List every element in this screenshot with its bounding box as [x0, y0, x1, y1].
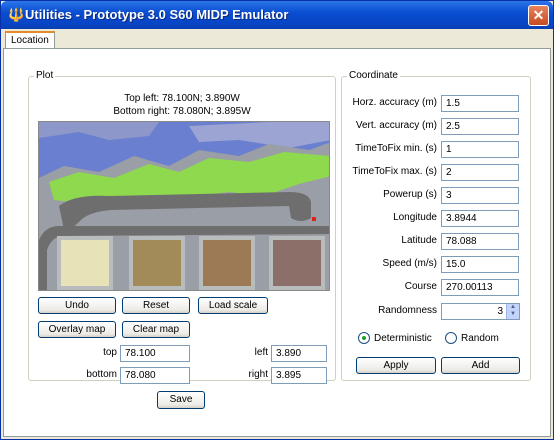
map-image	[39, 122, 329, 290]
left-field[interactable]: 3.890	[271, 345, 327, 362]
top-label: top	[103, 347, 117, 358]
deterministic-radio[interactable]	[358, 332, 370, 344]
spin-down-icon[interactable]: ▼	[507, 311, 519, 318]
vert-accuracy-field[interactable]: 2.5	[441, 118, 519, 135]
randomness-label: Randomness	[378, 305, 437, 316]
right-label: right	[248, 369, 268, 380]
deterministic-label: Deterministic	[374, 333, 432, 344]
timetofix-min-label: TimeToFix min. (s)	[355, 143, 437, 154]
map-plot	[57, 236, 113, 290]
position-marker	[312, 217, 316, 221]
randomness-value: 3	[497, 306, 503, 317]
top-field[interactable]: 78.100	[120, 345, 190, 362]
powerup-field[interactable]: 3	[441, 187, 519, 204]
reset-button[interactable]: Reset	[122, 297, 190, 314]
longitude-label: Longitude	[393, 212, 437, 223]
randomness-spinner[interactable]: 3 ▲ ▼	[441, 303, 520, 320]
latitude-label: Latitude	[401, 235, 437, 246]
random-label: Random	[461, 333, 499, 344]
top-left-coordinates: Top left: 78.100N; 3.890W	[124, 93, 240, 104]
overlay-map-button[interactable]: Overlay map	[38, 321, 116, 338]
close-button[interactable]: ✕	[528, 5, 549, 26]
bottom-field[interactable]: 78.080	[120, 367, 190, 384]
app-icon: 🔱	[8, 7, 25, 22]
tab-location[interactable]: Location	[5, 31, 55, 49]
course-field[interactable]: 270.00113	[441, 279, 519, 296]
left-label: left	[254, 347, 268, 358]
horz-accuracy-label: Horz. accuracy (m)	[352, 97, 437, 108]
bottom-label: bottom	[86, 369, 117, 380]
map-canvas[interactable]	[38, 121, 330, 291]
coordinate-legend: Coordinate	[347, 70, 400, 81]
bottom-right-coordinates: Bottom right: 78.080N; 3.895W	[113, 106, 251, 117]
powerup-label: Powerup (s)	[383, 189, 437, 200]
latitude-field[interactable]: 78.088	[441, 233, 519, 250]
undo-button[interactable]: Undo	[38, 297, 116, 314]
load-scale-button[interactable]: Load scale	[198, 297, 268, 314]
emulator-window: 🔱 Utilities - Prototype 3.0 S60 MIDP Emu…	[0, 0, 554, 440]
course-label: Course	[404, 281, 437, 292]
longitude-field[interactable]: 3.8944	[441, 210, 519, 227]
radio-selected-dot	[362, 336, 366, 340]
plot-legend: Plot	[34, 70, 56, 81]
plot-group: Plot Top left: 78.100N; 3.890W Bottom ri…	[28, 70, 336, 384]
timetofix-min-field[interactable]: 1	[441, 141, 519, 158]
map-plot	[269, 236, 325, 290]
vert-accuracy-label: Vert. accuracy (m)	[355, 120, 437, 131]
timetofix-max-label: TimeToFix max. (s)	[352, 166, 437, 177]
title-bar[interactable]: 🔱 Utilities - Prototype 3.0 S60 MIDP Emu…	[1, 1, 553, 29]
save-button[interactable]: Save	[157, 391, 205, 409]
window-title: Utilities - Prototype 3.0 S60 MIDP Emula…	[25, 7, 289, 22]
map-plot	[129, 236, 185, 290]
apply-button[interactable]: Apply	[356, 357, 436, 374]
horz-accuracy-field[interactable]: 1.5	[441, 95, 519, 112]
timetofix-max-field[interactable]: 2	[441, 164, 519, 181]
spinner-buttons: ▲ ▼	[506, 304, 519, 319]
speed-label: Speed (m/s)	[382, 258, 437, 269]
clear-map-button[interactable]: Clear map	[122, 321, 190, 338]
right-field[interactable]: 3.895	[271, 367, 327, 384]
coordinate-group: Coordinate Horz. accuracy (m) 1.5 Vert. …	[341, 70, 531, 381]
map-plot	[199, 236, 255, 290]
speed-field[interactable]: 15.0	[441, 256, 519, 273]
random-radio[interactable]	[445, 332, 457, 344]
add-button[interactable]: Add	[441, 357, 520, 374]
spin-up-icon[interactable]: ▲	[507, 304, 519, 311]
location-tab-panel: Plot Top left: 78.100N; 3.890W Bottom ri…	[3, 48, 551, 437]
